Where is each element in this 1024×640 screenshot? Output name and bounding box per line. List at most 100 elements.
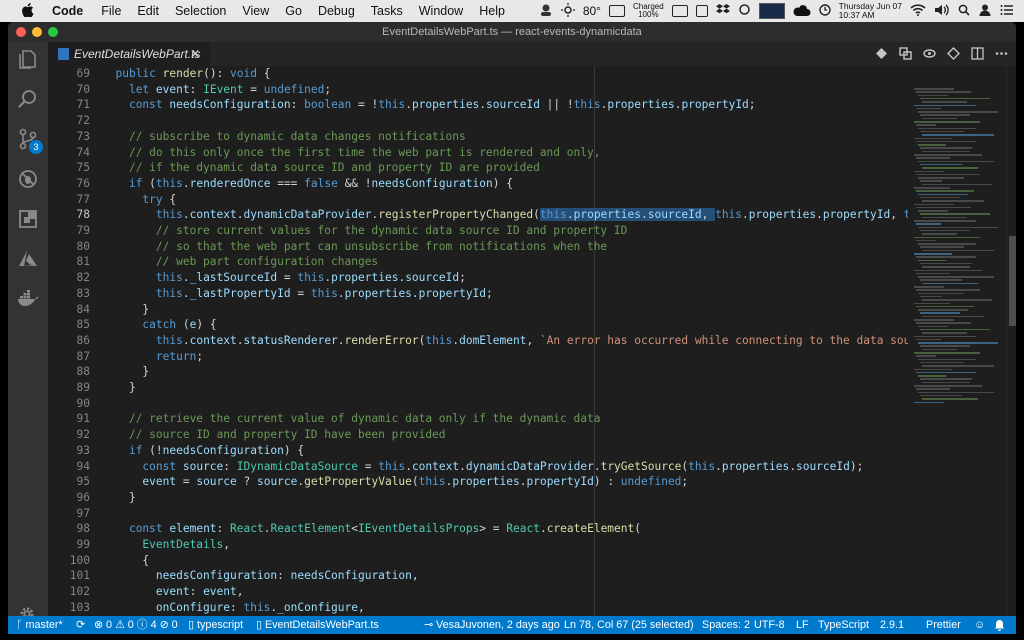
code-editor[interactable]: 69 public render(): void {70 let event: … <box>48 66 908 616</box>
go-to-diff-icon[interactable] <box>875 47 888 60</box>
menu-help[interactable]: Help <box>479 4 505 18</box>
code-line[interactable]: 78 this.context.dynamicDataProvider.regi… <box>48 207 908 223</box>
previous-change-icon[interactable] <box>947 47 960 60</box>
weather-icon[interactable] <box>560 2 575 20</box>
zoom-window-button[interactable] <box>48 27 58 37</box>
code-line[interactable]: 98 const element: React.ReactElement<IEv… <box>48 521 908 537</box>
code-line[interactable]: 96 } <box>48 490 908 506</box>
language-mode[interactable]: TypeScript <box>818 616 869 634</box>
split-editor-icon[interactable] <box>971 47 984 60</box>
code-line[interactable]: 103 onConfigure: this._onConfigure, <box>48 600 908 616</box>
code-line[interactable]: 91 // retrieve the current value of dyna… <box>48 411 908 427</box>
extensions-icon[interactable] <box>17 208 39 230</box>
indentation[interactable]: Spaces: 2 <box>702 616 750 634</box>
code-line[interactable]: 81 // web part configuration changes <box>48 254 908 270</box>
menu-selection[interactable]: Selection <box>175 4 226 18</box>
active-file[interactable]: ▯ EventDetailsWebPart.ts <box>256 616 379 634</box>
code-line[interactable]: 70 let event: IEvent = undefined; <box>48 82 908 98</box>
clock-icon[interactable] <box>818 3 831 19</box>
menu-edit[interactable]: Edit <box>137 4 159 18</box>
code-line[interactable]: 89 } <box>48 380 908 396</box>
code-line[interactable]: 87 return; <box>48 349 908 365</box>
azure-icon[interactable] <box>17 248 39 270</box>
code-line[interactable]: 102 event: event, <box>48 584 908 600</box>
wifi-icon[interactable] <box>910 3 926 19</box>
code-line[interactable]: 71 const needsConfiguration: boolean = !… <box>48 97 908 113</box>
code-line[interactable]: 75 // if the dynamic data source ID and … <box>48 160 908 176</box>
code-line[interactable]: 79 // store current values for the dynam… <box>48 223 908 239</box>
menu-tasks[interactable]: Tasks <box>371 4 403 18</box>
dropbox-icon[interactable] <box>715 3 730 19</box>
apple-menu-icon[interactable] <box>22 2 38 20</box>
toggle-preview-icon[interactable] <box>923 47 936 60</box>
code-line[interactable]: 95 event = source ? source.getPropertyVa… <box>48 474 908 490</box>
code-line[interactable]: 69 public render(): void { <box>48 66 908 82</box>
battery-status[interactable]: Charged 100% <box>633 3 664 19</box>
menu-view[interactable]: View <box>242 4 269 18</box>
language-service[interactable]: ▯ typescript <box>188 616 243 634</box>
problems-indicator[interactable]: ⊗ 0 ⚠ 0 ⓘ 4 ⊘ 0 <box>94 616 178 634</box>
branch-indicator[interactable]: ᚴ master* <box>16 616 63 634</box>
code-line[interactable]: 88 } <box>48 364 908 380</box>
code-line[interactable]: 77 try { <box>48 192 908 208</box>
more-actions-icon[interactable] <box>995 47 1008 60</box>
user-account-icon[interactable] <box>978 3 992 20</box>
source-control-icon[interactable]: 3 <box>17 128 43 154</box>
code-line[interactable]: 94 const source: IDynamicDataSource = th… <box>48 459 908 475</box>
vertical-scrollbar[interactable] <box>1006 66 1016 616</box>
search-icon[interactable] <box>17 88 39 110</box>
temperature[interactable]: 80° <box>583 4 601 18</box>
encoding[interactable]: UTF-8 <box>754 616 785 634</box>
cursor-position[interactable]: Ln 78, Col 67 (25 selected) <box>564 616 694 634</box>
debug-icon[interactable] <box>17 168 39 190</box>
close-tab-icon[interactable]: ✕ <box>190 42 200 66</box>
code-line[interactable]: 92 // source ID and property ID have bee… <box>48 427 908 443</box>
menu-debug[interactable]: Debug <box>318 4 355 18</box>
prettier-status[interactable]: Prettier <box>926 616 961 634</box>
open-changes-icon[interactable] <box>899 47 912 60</box>
git-blame[interactable]: ⊸ VesaJuvonen, 2 days ago <box>424 616 560 634</box>
battery-icon[interactable] <box>608 5 625 17</box>
code-line[interactable]: 85 catch (e) { <box>48 317 908 333</box>
activity-monitor-icon[interactable] <box>758 3 785 19</box>
sync-changes-icon[interactable]: ⟳ <box>76 616 85 634</box>
code-line[interactable]: 86 this.context.statusRenderer.renderErr… <box>48 333 908 349</box>
code-line[interactable]: 73 // subscribe to dynamic data changes … <box>48 129 908 145</box>
cloud-upload-icon[interactable] <box>793 4 811 19</box>
typescript-version[interactable]: 2.9.1 <box>880 616 904 634</box>
code-line[interactable]: 82 this._lastSourceId = this.properties.… <box>48 270 908 286</box>
code-line[interactable]: 74 // do this only once the first time t… <box>48 145 908 161</box>
code-line[interactable]: 80 // so that the web part can unsubscri… <box>48 239 908 255</box>
notifications-bell-icon[interactable] <box>994 616 1005 634</box>
explorer-icon[interactable] <box>17 48 39 70</box>
date-time[interactable]: Thursday Jun 07 10:37 AM <box>839 2 902 20</box>
minimize-window-button[interactable] <box>32 27 42 37</box>
close-window-button[interactable] <box>16 27 26 37</box>
code-line[interactable]: 99 EventDetails, <box>48 537 908 553</box>
menu-app-name[interactable]: Code <box>52 4 83 18</box>
sync-icon[interactable] <box>738 3 751 19</box>
feedback-smiley-icon[interactable]: ☺ <box>974 616 985 634</box>
keyboard-icon[interactable] <box>671 5 688 17</box>
code-line[interactable]: 83 this._lastPropertyId = this.propertie… <box>48 286 908 302</box>
editor-tab[interactable]: EventDetailsWebPart.ts ✕ <box>48 42 210 66</box>
user-status-icon[interactable] <box>539 3 553 20</box>
menu-go[interactable]: Go <box>285 4 302 18</box>
code-line[interactable]: 93 if (!needsConfiguration) { <box>48 443 908 459</box>
code-line[interactable]: 76 if (this.renderedOnce === false && !n… <box>48 176 908 192</box>
spotlight-icon[interactable] <box>958 4 970 19</box>
code-line[interactable]: 97 <box>48 506 908 522</box>
menu-window[interactable]: Window <box>419 4 463 18</box>
display-icon[interactable] <box>695 5 708 17</box>
scrollbar-thumb[interactable] <box>1009 236 1016 326</box>
code-line[interactable]: 90 <box>48 396 908 412</box>
code-line[interactable]: 84 } <box>48 302 908 318</box>
minimap[interactable] <box>908 66 1006 616</box>
notification-center-icon[interactable] <box>1000 4 1014 19</box>
volume-icon[interactable] <box>934 4 950 19</box>
menu-file[interactable]: File <box>101 4 121 18</box>
code-line[interactable]: 101 needsConfiguration: needsConfigurati… <box>48 568 908 584</box>
code-line[interactable]: 72 <box>48 113 908 129</box>
docker-icon[interactable] <box>17 288 39 310</box>
code-line[interactable]: 100 { <box>48 553 908 569</box>
